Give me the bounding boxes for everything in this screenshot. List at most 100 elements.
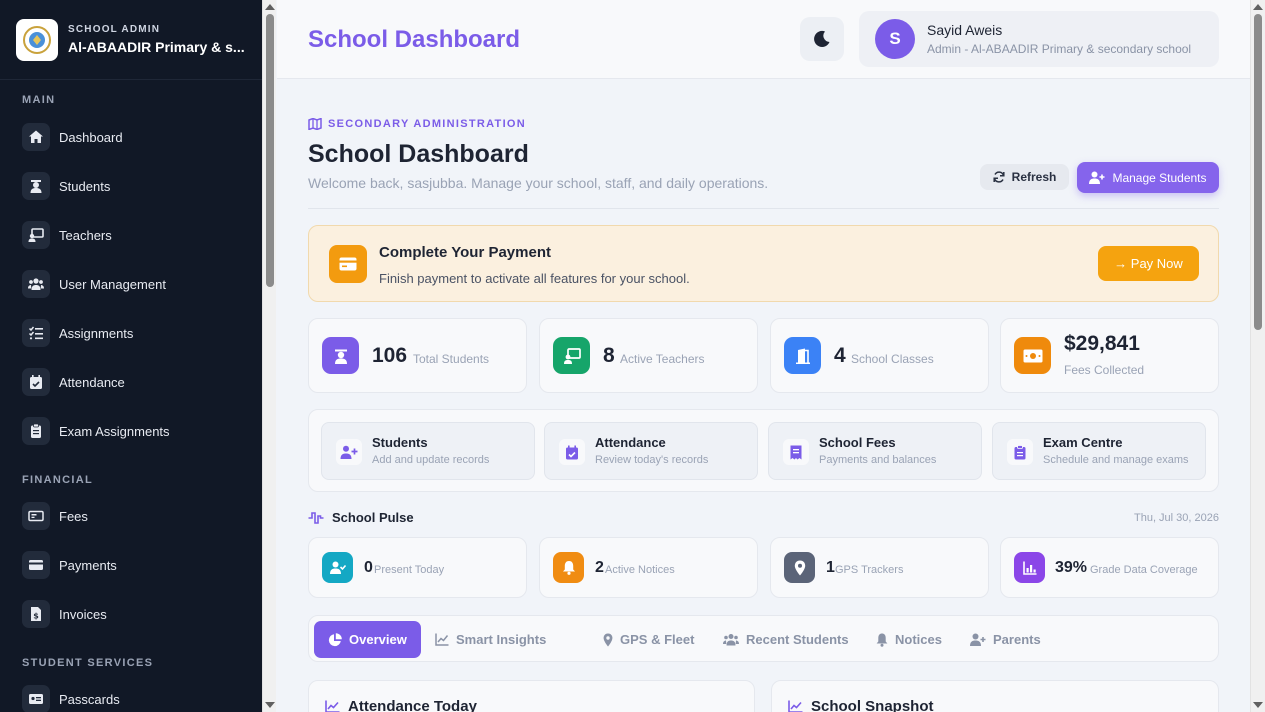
moon-icon — [814, 30, 830, 47]
stat-value: $29,841 — [1064, 332, 1140, 355]
stat-card-total-students[interactable]: 106 Total Students — [308, 318, 527, 393]
refresh-icon — [993, 171, 1005, 183]
quick-action-title: Attendance — [595, 435, 666, 450]
scroll-up-arrow-icon[interactable] — [265, 4, 275, 10]
sidebar-item-attendance[interactable]: Attendance — [0, 362, 262, 402]
sidebar-item-fees[interactable]: Fees — [0, 496, 262, 536]
dashboard-tabs: Overview Smart Insights GPS & Fleet Rece… — [308, 615, 1219, 662]
stat-card-fees-collected[interactable]: $29,841 Fees Collected — [1000, 318, 1219, 393]
sidebar-item-user-management[interactable]: User Management — [0, 264, 262, 304]
header-title: School Dashboard — [308, 26, 521, 53]
calendar-check-icon — [559, 439, 585, 465]
refresh-label: Refresh — [1011, 170, 1057, 184]
page-scrollbar[interactable] — [1250, 0, 1265, 712]
sidebar-item-payments[interactable]: Payments — [0, 545, 262, 585]
pulse-card-gps-trackers[interactable]: 1 GPS Trackers — [770, 537, 989, 598]
quick-action-title: School Fees — [819, 435, 896, 450]
sidebar-item-invoices[interactable]: $ Invoices — [0, 594, 262, 634]
tab-smart-insights[interactable]: Smart Insights — [435, 621, 546, 658]
user-role: Admin - Al-ABAADIR Primary & secondary s… — [927, 42, 1192, 56]
refresh-button[interactable]: Refresh — [980, 164, 1069, 190]
sidebar-item-label: Exam Assignments — [59, 423, 170, 439]
sidebar-item-label: User Management — [59, 276, 166, 292]
pulse-label: GPS Trackers — [835, 564, 904, 576]
pulse-card-active-notices[interactable]: 2 Active Notices — [539, 537, 758, 598]
scroll-up-arrow-icon[interactable] — [1253, 4, 1263, 10]
stat-card-school-classes[interactable]: 4 School Classes — [770, 318, 989, 393]
pulse-card-grade-coverage[interactable]: 39% Grade Data Coverage — [1000, 537, 1219, 598]
school-snapshot-panel: School Snapshot — [771, 680, 1219, 712]
user-plus-icon — [1089, 171, 1105, 184]
sidebar-item-teachers[interactable]: Teachers — [0, 215, 262, 255]
line-chart-icon — [325, 700, 340, 712]
sidebar-item-students[interactable]: Students — [0, 166, 262, 206]
sidebar-item-passcards[interactable]: Passcards — [0, 679, 262, 712]
users-icon — [22, 270, 50, 298]
attendance-today-heading: Attendance Today — [325, 698, 477, 712]
school-pulse-date: Thu, Jul 30, 2026 — [1133, 512, 1219, 524]
pay-now-button[interactable]: → Pay Now — [1098, 246, 1199, 281]
invoice-icon: $ — [22, 600, 50, 628]
pulse-value: 39% — [1055, 559, 1088, 576]
stat-value: 4 — [834, 344, 846, 367]
door-icon — [784, 337, 821, 374]
sidebar-section-student-services: STUDENT SERVICES — [22, 657, 154, 669]
sidebar-item-label: Passcards — [59, 691, 120, 707]
users-icon — [723, 634, 739, 646]
scroll-down-arrow-icon[interactable] — [265, 702, 275, 708]
student-icon — [22, 172, 50, 200]
tab-parents[interactable]: Parents — [970, 621, 1041, 658]
money-icon — [22, 502, 50, 530]
id-card-icon — [22, 685, 50, 712]
stat-label: Total Students — [413, 352, 490, 366]
quick-action-exam-centre[interactable]: Exam Centre Schedule and manage exams — [992, 422, 1206, 480]
quick-action-students[interactable]: Students Add and update records — [321, 422, 535, 480]
tab-recent-students[interactable]: Recent Students — [723, 621, 849, 658]
sidebar-scrollbar[interactable] — [262, 0, 276, 712]
user-profile-card[interactable]: S Sayid Aweis Admin - Al-ABAADIR Primary… — [859, 11, 1219, 67]
sidebar-scroll-thumb[interactable] — [266, 14, 274, 287]
payment-title: Complete Your Payment — [379, 244, 551, 261]
clipboard-icon — [22, 417, 50, 445]
map-pin-icon — [784, 552, 815, 583]
sidebar-school-name: Al-ABAADIR Primary & s... — [68, 39, 245, 55]
sidebar-item-dashboard[interactable]: Dashboard — [0, 117, 262, 157]
school-logo — [16, 18, 58, 61]
pulse-card-present-today[interactable]: 0 Present Today — [308, 537, 527, 598]
quick-actions: Students Add and update records Attendan… — [308, 409, 1219, 492]
tab-notices[interactable]: Notices — [876, 621, 942, 658]
quick-action-attendance[interactable]: Attendance Review today's records — [544, 422, 758, 480]
sidebar-brand[interactable]: SCHOOL ADMIN Al-ABAADIR Primary & s... — [0, 0, 262, 80]
stat-value: 8 — [603, 344, 615, 367]
tab-label: GPS & Fleet — [620, 632, 695, 647]
theme-toggle-button[interactable] — [800, 17, 844, 61]
quick-action-school-fees[interactable]: School Fees Payments and balances — [768, 422, 982, 480]
stat-card-active-teachers[interactable]: 8 Active Teachers — [539, 318, 758, 393]
pie-icon — [328, 632, 342, 646]
scroll-down-arrow-icon[interactable] — [1253, 702, 1263, 708]
sidebar-item-label: Attendance — [59, 374, 125, 390]
tab-gps-fleet[interactable]: GPS & Fleet — [603, 621, 694, 658]
chart-icon — [1014, 552, 1045, 583]
sidebar-item-label: Fees — [59, 508, 88, 524]
sidebar-item-label: Dashboard — [59, 129, 123, 145]
pulse-icon — [308, 511, 324, 524]
home-icon — [22, 123, 50, 151]
tab-overview[interactable]: Overview — [314, 621, 421, 658]
page-scroll-thumb[interactable] — [1254, 14, 1262, 330]
payment-subtitle: Finish payment to activate all features … — [379, 271, 690, 286]
sidebar-item-exam-assignments[interactable]: Exam Assignments — [0, 411, 262, 451]
tab-label: Notices — [895, 632, 942, 647]
clipboard-icon — [1007, 439, 1033, 465]
quick-action-subtitle: Payments and balances — [819, 454, 937, 466]
manage-students-button[interactable]: Manage Students — [1077, 162, 1219, 193]
sidebar-item-assignments[interactable]: Assignments — [0, 313, 262, 353]
sidebar-item-label: Students — [59, 178, 111, 194]
sidebar-section-main: MAIN — [22, 94, 56, 106]
quick-action-subtitle: Add and update records — [372, 454, 490, 466]
tab-label: Smart Insights — [456, 632, 547, 647]
section-kicker-text: SECONDARY ADMINISTRATION — [328, 118, 527, 130]
school-pulse-title: School Pulse — [332, 510, 414, 525]
quick-action-title: Exam Centre — [1043, 435, 1123, 450]
pulse-value: 2 — [595, 559, 604, 576]
